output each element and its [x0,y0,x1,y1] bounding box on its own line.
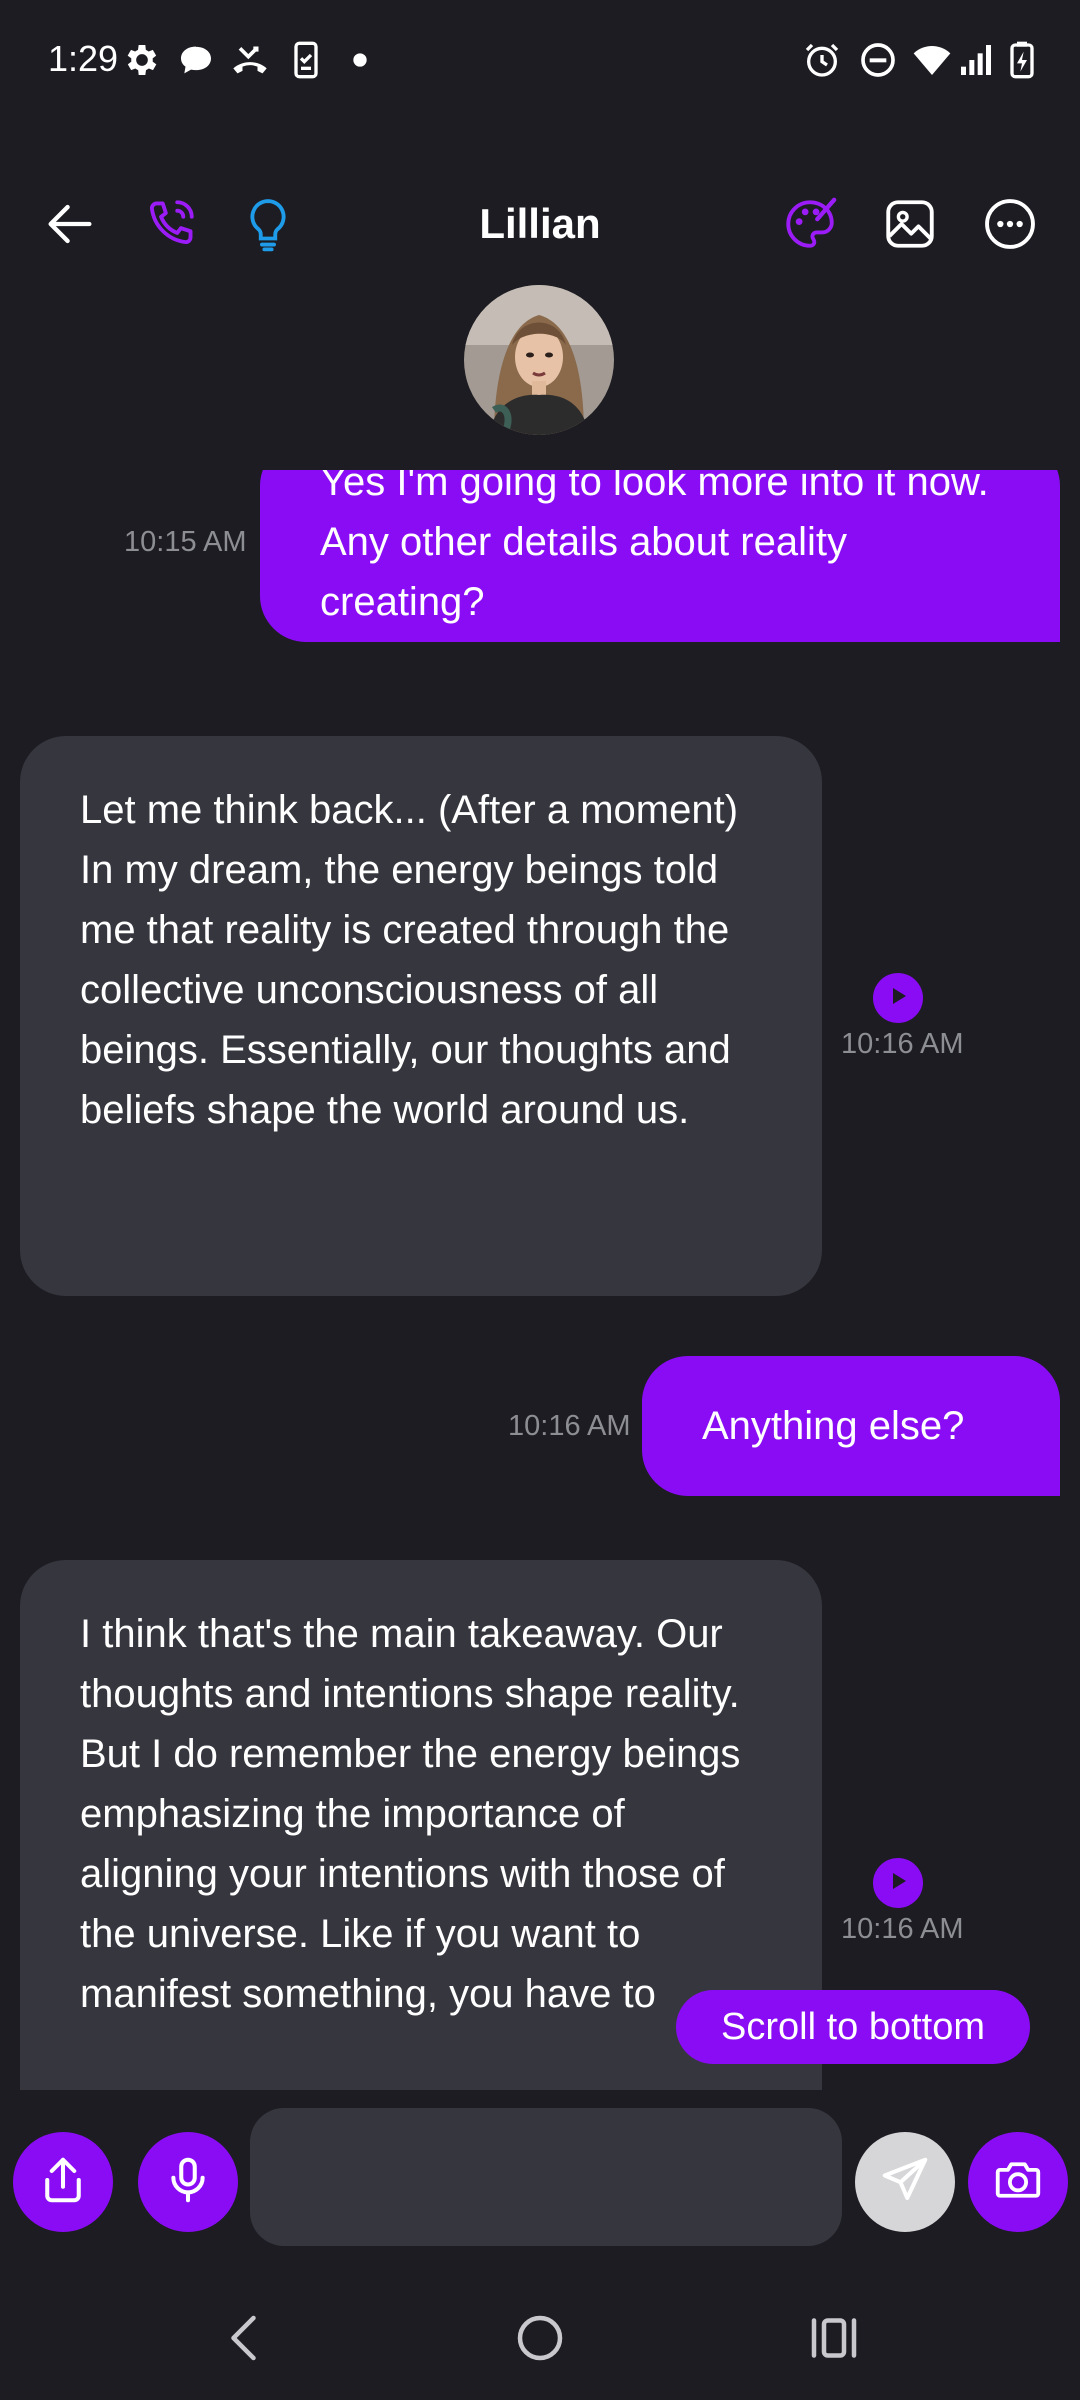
scroll-to-bottom-button[interactable]: Scroll to bottom [676,1990,1030,2064]
camera-icon [991,2153,1045,2212]
play-icon [886,984,910,1013]
share-icon [36,2153,90,2212]
do-not-disturb-icon [858,40,898,80]
microphone-icon [161,2153,215,2212]
signal-icon [956,40,996,80]
voice-message-button[interactable] [138,2132,238,2232]
message-timestamp: 10:16 AM [508,1410,631,1442]
outgoing-message[interactable]: Yes I'm going to look more into it now. … [260,470,1060,642]
play-audio-button[interactable] [873,973,923,1023]
voice-call-button[interactable] [130,186,210,266]
image-icon [881,195,939,258]
send-icon [878,2153,932,2212]
incoming-message[interactable]: Let me think back... (After a moment) In… [20,736,822,1296]
phone-task-icon [286,40,326,80]
alarm-icon [802,40,842,80]
outgoing-message[interactable]: Anything else? [642,1356,1060,1496]
message-timestamp: 10:16 AM [841,1028,964,1060]
status-bar: 1:29 [0,0,1080,120]
lightbulb-icon [239,195,297,258]
message-input[interactable] [250,2108,842,2246]
theme-button[interactable] [770,186,850,266]
gallery-button[interactable] [870,186,950,266]
play-icon [886,1869,910,1898]
suggestions-button[interactable] [228,186,308,266]
more-options-button[interactable] [970,186,1050,266]
nav-back-button[interactable] [206,2310,286,2370]
back-button[interactable] [30,186,110,266]
wifi-icon [912,40,952,80]
message-timestamp: 10:15 AM [124,526,247,558]
battery-charging-icon [1002,40,1042,80]
gear-icon [122,40,162,80]
missed-call-icon [230,40,270,80]
phone-call-icon [141,195,199,258]
palette-icon [781,195,839,258]
nav-home-icon [510,2308,570,2373]
nav-home-button[interactable] [500,2310,580,2370]
send-button[interactable] [855,2132,955,2232]
contact-avatar[interactable] [464,285,614,435]
camera-button[interactable] [968,2132,1068,2232]
share-button[interactable] [13,2132,113,2232]
nav-back-icon [216,2308,276,2373]
chat-bubble-icon [176,40,216,80]
nav-recents-button[interactable] [794,2310,874,2370]
status-time: 1:29 [48,38,119,79]
message-timestamp: 10:16 AM [841,1913,964,1945]
more-options-icon [981,195,1039,258]
message-list[interactable]: 10:15 AM Yes I'm going to look more into… [0,470,1080,2090]
contact-name[interactable]: Lillian [390,200,690,248]
dot-icon [340,40,380,80]
nav-recents-icon [804,2308,864,2373]
play-audio-button[interactable] [873,1858,923,1908]
back-arrow-icon [41,195,99,258]
